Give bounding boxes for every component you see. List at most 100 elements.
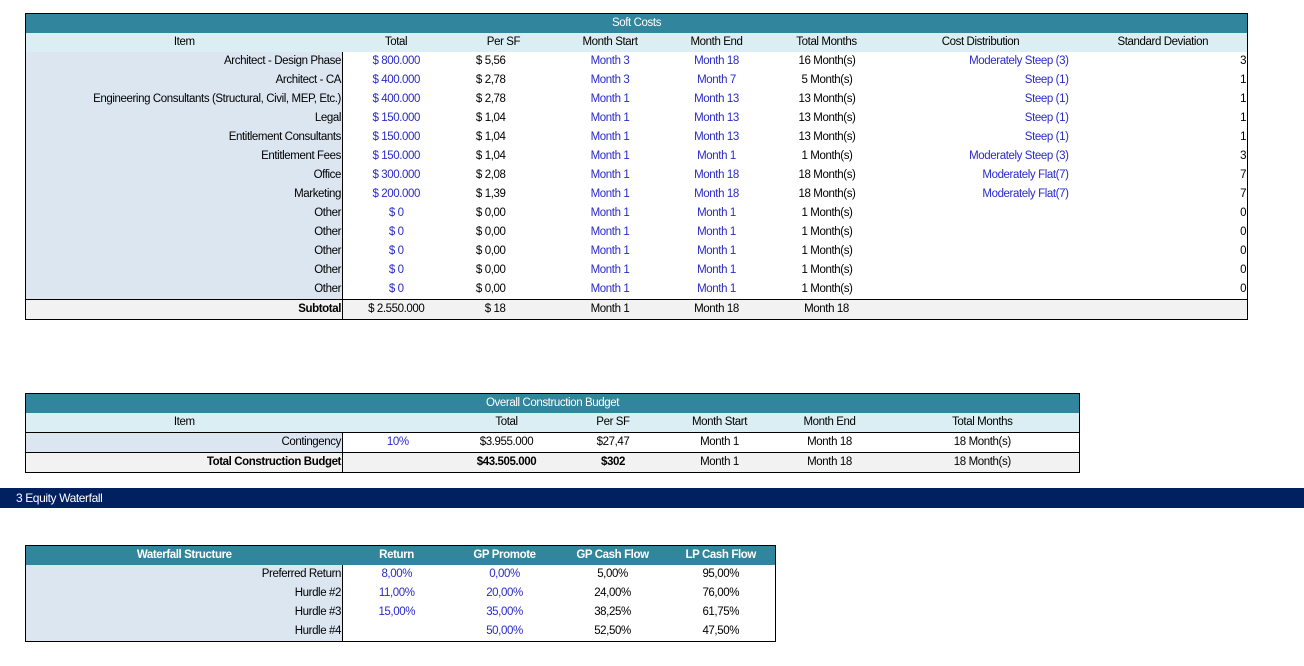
total-budget-total-months[interactable]: 18 Month(s)	[885, 452, 1080, 473]
item-month-end[interactable]: Month 1	[663, 223, 771, 242]
item-standard-deviation[interactable]: 1	[1079, 109, 1248, 128]
waterfall-gp-cash-flow[interactable]: 24,00%	[559, 584, 667, 603]
item-per-sf[interactable]: $ 0,00	[450, 242, 558, 261]
item-month-end[interactable]: Month 1	[663, 261, 771, 280]
item-month-start[interactable]: Month 3	[558, 52, 663, 71]
item-month-start[interactable]: Month 1	[558, 223, 663, 242]
item-total-months[interactable]: 13 Month(s)	[771, 109, 883, 128]
item-per-sf[interactable]: $ 2,08	[450, 166, 558, 185]
item-total[interactable]: $ 200.000	[343, 185, 450, 204]
waterfall-lp-cash-flow[interactable]: 95,00%	[667, 565, 776, 584]
item-standard-deviation[interactable]: 1	[1079, 128, 1248, 147]
item-per-sf[interactable]: $ 0,00	[450, 223, 558, 242]
item-total[interactable]: $ 400.000	[343, 71, 450, 90]
item-per-sf[interactable]: $ 5,56	[450, 52, 558, 71]
total-budget-total[interactable]: $43.505.000	[452, 452, 561, 473]
item-month-end[interactable]: Month 1	[663, 204, 771, 223]
item-standard-deviation[interactable]: 0	[1079, 261, 1248, 280]
waterfall-gp-cash-flow[interactable]: 5,00%	[559, 565, 667, 584]
subtotal-total-months[interactable]: Month 18	[770, 299, 883, 320]
item-cost-distribution[interactable]: Moderately Flat(7)	[883, 185, 1079, 204]
item-cost-distribution[interactable]: Steep (1)	[883, 71, 1079, 90]
item-standard-deviation[interactable]: 1	[1079, 90, 1248, 109]
item-cost-distribution[interactable]	[883, 204, 1079, 223]
item-standard-deviation[interactable]: 3	[1079, 52, 1248, 71]
item-month-start[interactable]: Month 1	[558, 90, 663, 109]
contingency-month-end[interactable]: Month 18	[773, 432, 886, 453]
item-total-months[interactable]: 1 Month(s)	[771, 223, 883, 242]
contingency-total[interactable]: $3.955.000	[452, 432, 561, 453]
item-month-end[interactable]: Month 1	[663, 147, 771, 166]
item-per-sf[interactable]: $ 0,00	[450, 261, 558, 280]
item-month-start[interactable]: Month 1	[558, 166, 663, 185]
item-month-start[interactable]: Month 1	[558, 147, 663, 166]
item-total-months[interactable]: 5 Month(s)	[771, 71, 883, 90]
waterfall-gp-cash-flow[interactable]: 38,25%	[559, 603, 667, 622]
waterfall-return[interactable]: 11,00%	[343, 584, 451, 603]
item-total-months[interactable]: 1 Month(s)	[771, 280, 883, 300]
item-month-start[interactable]: Month 1	[558, 261, 663, 280]
contingency-percent[interactable]: 10%	[342, 432, 453, 453]
waterfall-gp-promote[interactable]: 20,00%	[451, 584, 559, 603]
item-per-sf[interactable]: $ 1,04	[450, 147, 558, 166]
item-month-end[interactable]: Month 13	[663, 128, 771, 147]
waterfall-lp-cash-flow[interactable]: 76,00%	[667, 584, 776, 603]
item-total[interactable]: $ 0	[343, 204, 450, 223]
item-total[interactable]: $ 300.000	[343, 166, 450, 185]
item-total[interactable]: $ 0	[343, 242, 450, 261]
item-total[interactable]: $ 800.000	[343, 52, 450, 71]
item-total-months[interactable]: 13 Month(s)	[771, 90, 883, 109]
item-total[interactable]: $ 0	[343, 261, 450, 280]
item-total-months[interactable]: 18 Month(s)	[771, 166, 883, 185]
total-budget-month-start[interactable]: Month 1	[665, 452, 774, 473]
item-cost-distribution[interactable]	[883, 280, 1079, 300]
item-total[interactable]: $ 0	[343, 280, 450, 300]
item-month-end[interactable]: Month 18	[663, 166, 771, 185]
item-standard-deviation[interactable]: 0	[1079, 204, 1248, 223]
item-total[interactable]: $ 0	[343, 223, 450, 242]
item-month-end[interactable]: Month 18	[663, 185, 771, 204]
item-total-months[interactable]: 1 Month(s)	[771, 242, 883, 261]
item-month-end[interactable]: Month 1	[663, 280, 771, 300]
item-cost-distribution[interactable]	[883, 261, 1079, 280]
item-month-start[interactable]: Month 1	[558, 204, 663, 223]
item-total-months[interactable]: 16 Month(s)	[771, 52, 883, 71]
item-standard-deviation[interactable]: 0	[1079, 280, 1248, 300]
item-month-start[interactable]: Month 1	[558, 128, 663, 147]
item-month-end[interactable]: Month 13	[663, 90, 771, 109]
subtotal-per-sf[interactable]: $ 18	[449, 299, 558, 320]
item-per-sf[interactable]: $ 1,04	[450, 128, 558, 147]
item-month-end[interactable]: Month 13	[663, 109, 771, 128]
item-cost-distribution[interactable]: Moderately Steep (3)	[883, 52, 1079, 71]
item-month-end[interactable]: Month 7	[663, 71, 771, 90]
item-per-sf[interactable]: $ 2,78	[450, 71, 558, 90]
item-per-sf[interactable]: $ 2,78	[450, 90, 558, 109]
item-total[interactable]: $ 150.000	[343, 128, 450, 147]
waterfall-gp-promote[interactable]: 0,00%	[451, 565, 559, 584]
item-cost-distribution[interactable]	[883, 242, 1079, 261]
item-cost-distribution[interactable]: Moderately Flat(7)	[883, 166, 1079, 185]
item-total[interactable]: $ 150.000	[343, 147, 450, 166]
item-cost-distribution[interactable]: Steep (1)	[883, 90, 1079, 109]
waterfall-return[interactable]: 8,00%	[343, 565, 451, 584]
waterfall-gp-promote[interactable]: 35,00%	[451, 603, 559, 622]
item-standard-deviation[interactable]: 1	[1079, 71, 1248, 90]
item-total[interactable]: $ 150.000	[343, 109, 450, 128]
item-total-months[interactable]: 1 Month(s)	[771, 204, 883, 223]
item-cost-distribution[interactable]: Steep (1)	[883, 109, 1079, 128]
item-standard-deviation[interactable]: 7	[1079, 166, 1248, 185]
subtotal-month-start[interactable]: Month 1	[557, 299, 663, 320]
item-cost-distribution[interactable]: Moderately Steep (3)	[883, 147, 1079, 166]
item-month-start[interactable]: Month 1	[558, 242, 663, 261]
item-standard-deviation[interactable]: 7	[1079, 185, 1248, 204]
contingency-per-sf[interactable]: $27,47	[560, 432, 666, 453]
item-month-end[interactable]: Month 18	[663, 52, 771, 71]
item-month-start[interactable]: Month 1	[558, 109, 663, 128]
item-month-start[interactable]: Month 1	[558, 280, 663, 300]
subtotal-total[interactable]: $ 2.550.000	[342, 299, 450, 320]
waterfall-gp-promote[interactable]: 50,00%	[451, 622, 559, 642]
item-cost-distribution[interactable]	[883, 223, 1079, 242]
item-cost-distribution[interactable]: Steep (1)	[883, 128, 1079, 147]
item-per-sf[interactable]: $ 0,00	[450, 204, 558, 223]
item-total-months[interactable]: 13 Month(s)	[771, 128, 883, 147]
